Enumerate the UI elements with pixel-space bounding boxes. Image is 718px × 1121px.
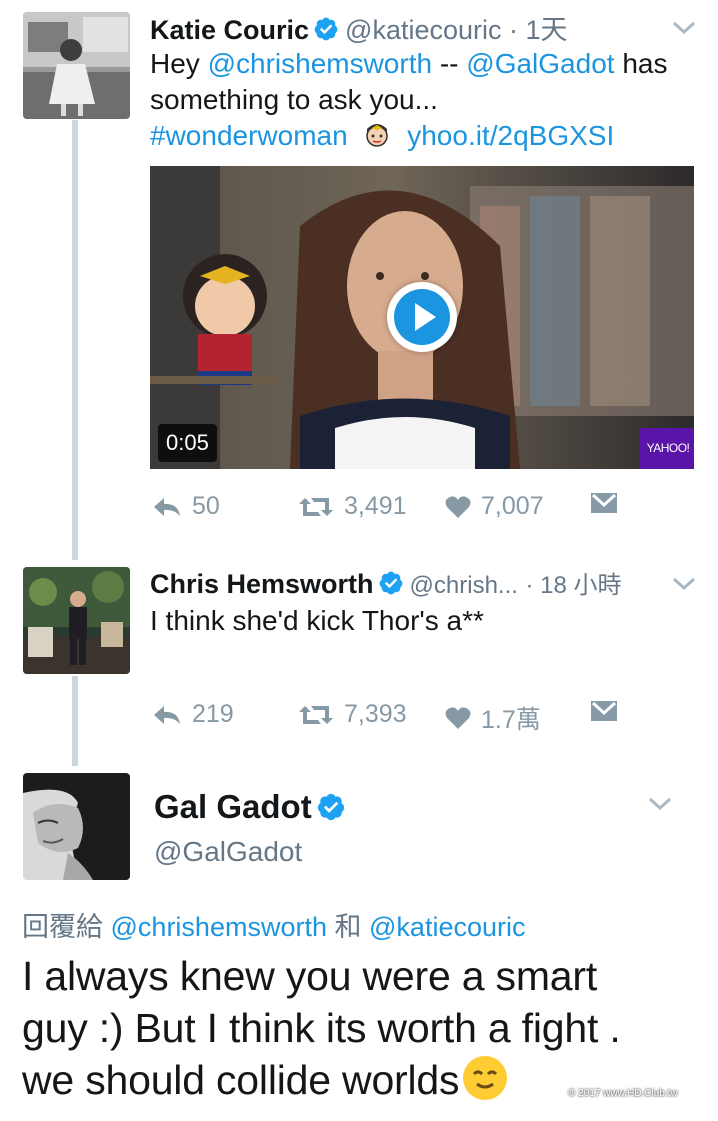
tweet2-actions: 219 7,393 1.7萬 bbox=[152, 700, 672, 734]
video-duration-badge: 0:05 bbox=[158, 424, 217, 462]
chevron-down-icon[interactable] bbox=[671, 20, 697, 36]
wonderwoman-emoji-icon bbox=[366, 124, 389, 147]
watermark: © 2017 www.HD.Club.tw bbox=[522, 1082, 678, 1104]
tweet2-author-name[interactable]: Chris Hemsworth bbox=[150, 569, 374, 599]
thread-line-2 bbox=[72, 676, 78, 766]
verified-badge-icon bbox=[379, 571, 402, 595]
tweet2-handle[interactable]: @chrish... bbox=[410, 572, 518, 599]
like-button[interactable]: 7,007 bbox=[445, 492, 544, 521]
tweet3-author-name-text: Gal Gadot bbox=[154, 788, 312, 825]
tweet3-text-line2: guy :) But I think its worth a fight . bbox=[22, 1005, 621, 1051]
tweet2-header: Chris Hemsworth @chrish... · 18 小時 bbox=[150, 565, 621, 600]
like-icon bbox=[445, 707, 471, 729]
reply-count: 50 bbox=[192, 492, 220, 520]
yahoo-logo: YAHOO! bbox=[646, 441, 690, 455]
tweet1-header: Katie Couric @katiecouric · 1天 bbox=[150, 8, 568, 47]
smiling-emoji-icon bbox=[463, 1056, 508, 1100]
reply-prefix: 回覆給 bbox=[22, 912, 103, 942]
avatar-chris-hemsworth[interactable] bbox=[23, 567, 130, 674]
direct-message-icon bbox=[591, 493, 617, 513]
retweet-count: 7,393 bbox=[344, 700, 407, 728]
reply-mention-chrishemsworth[interactable]: @chrishemsworth bbox=[111, 912, 327, 942]
retweet-count: 3,491 bbox=[344, 492, 407, 520]
tweet3-text-line1: I always knew you were a smart bbox=[22, 953, 598, 999]
tweet2-timestamp[interactable]: · 18 小時 bbox=[525, 572, 621, 599]
tweet1-text-has: has bbox=[622, 48, 668, 79]
chevron-down-icon[interactable] bbox=[671, 576, 697, 592]
tweet1-dash: -- bbox=[439, 48, 459, 79]
video-thumbnail[interactable]: 0:05 YAHOO! bbox=[150, 166, 694, 469]
tweet1-text-line2: something to ask you... bbox=[150, 84, 438, 115]
tweet1-handle[interactable]: @katiecouric bbox=[345, 15, 501, 45]
tweet1-text: Hey @chrishemsworth -- @GalGadot has som… bbox=[150, 46, 700, 154]
retweet-button[interactable]: 7,393 bbox=[298, 700, 407, 729]
reply-icon bbox=[154, 497, 180, 516]
retweet-icon bbox=[299, 705, 333, 724]
watermark-text: © 2017 www.HD.Club.tw bbox=[568, 1087, 678, 1099]
reply-count: 219 bbox=[192, 700, 234, 728]
tweet1-text-hey: Hey bbox=[150, 48, 200, 79]
mention-galgadot[interactable]: @GalGadot bbox=[466, 48, 614, 79]
thread-line-1 bbox=[72, 120, 78, 560]
direct-message-icon bbox=[591, 701, 617, 721]
watermark-logo-icon bbox=[522, 1082, 564, 1104]
hashtag-wonderwoman[interactable]: #wonderwoman bbox=[150, 120, 348, 151]
tweet3-text-line3: we should collide worlds bbox=[22, 1057, 460, 1103]
reply-and: 和 bbox=[334, 912, 362, 942]
like-count: 1.7萬 bbox=[481, 706, 541, 734]
direct-message-button[interactable] bbox=[590, 492, 628, 514]
like-icon bbox=[445, 495, 471, 518]
reply-icon bbox=[154, 705, 180, 724]
tweet1-timestamp[interactable]: · 1天 bbox=[509, 15, 568, 45]
avatar-gal-gadot[interactable] bbox=[23, 773, 130, 880]
play-button[interactable] bbox=[387, 282, 457, 352]
reply-button[interactable]: 219 bbox=[152, 700, 234, 729]
like-count: 7,007 bbox=[481, 492, 544, 520]
retweet-icon bbox=[299, 497, 333, 516]
tweet1-author-name[interactable]: Katie Couric bbox=[150, 15, 309, 45]
tweet1-actions: 50 3,491 7,007 bbox=[152, 492, 672, 522]
tweet3-handle[interactable]: @GalGadot bbox=[154, 836, 302, 868]
reply-button[interactable]: 50 bbox=[152, 492, 220, 521]
mention-chrishemsworth[interactable]: @chrishemsworth bbox=[208, 48, 432, 79]
direct-message-button[interactable] bbox=[590, 700, 628, 722]
tweet1-url[interactable]: yhoo.it/2qBGXSI bbox=[407, 120, 614, 151]
avatar-katie-couric[interactable] bbox=[23, 12, 130, 119]
chevron-down-icon[interactable] bbox=[647, 796, 673, 812]
reply-mention-katiecouric[interactable]: @katiecouric bbox=[369, 912, 525, 942]
verified-badge-icon bbox=[317, 793, 344, 821]
tweet2-text: I think she'd kick Thor's a** bbox=[150, 605, 484, 636]
verified-badge-icon bbox=[314, 17, 338, 41]
tweet3-author-name[interactable]: Gal Gadot bbox=[154, 788, 352, 826]
retweet-button[interactable]: 3,491 bbox=[298, 492, 407, 521]
reply-context: 回覆給 @chrishemsworth 和 @katiecouric bbox=[22, 905, 525, 944]
play-icon bbox=[394, 289, 450, 345]
like-button[interactable]: 1.7萬 bbox=[445, 700, 541, 736]
